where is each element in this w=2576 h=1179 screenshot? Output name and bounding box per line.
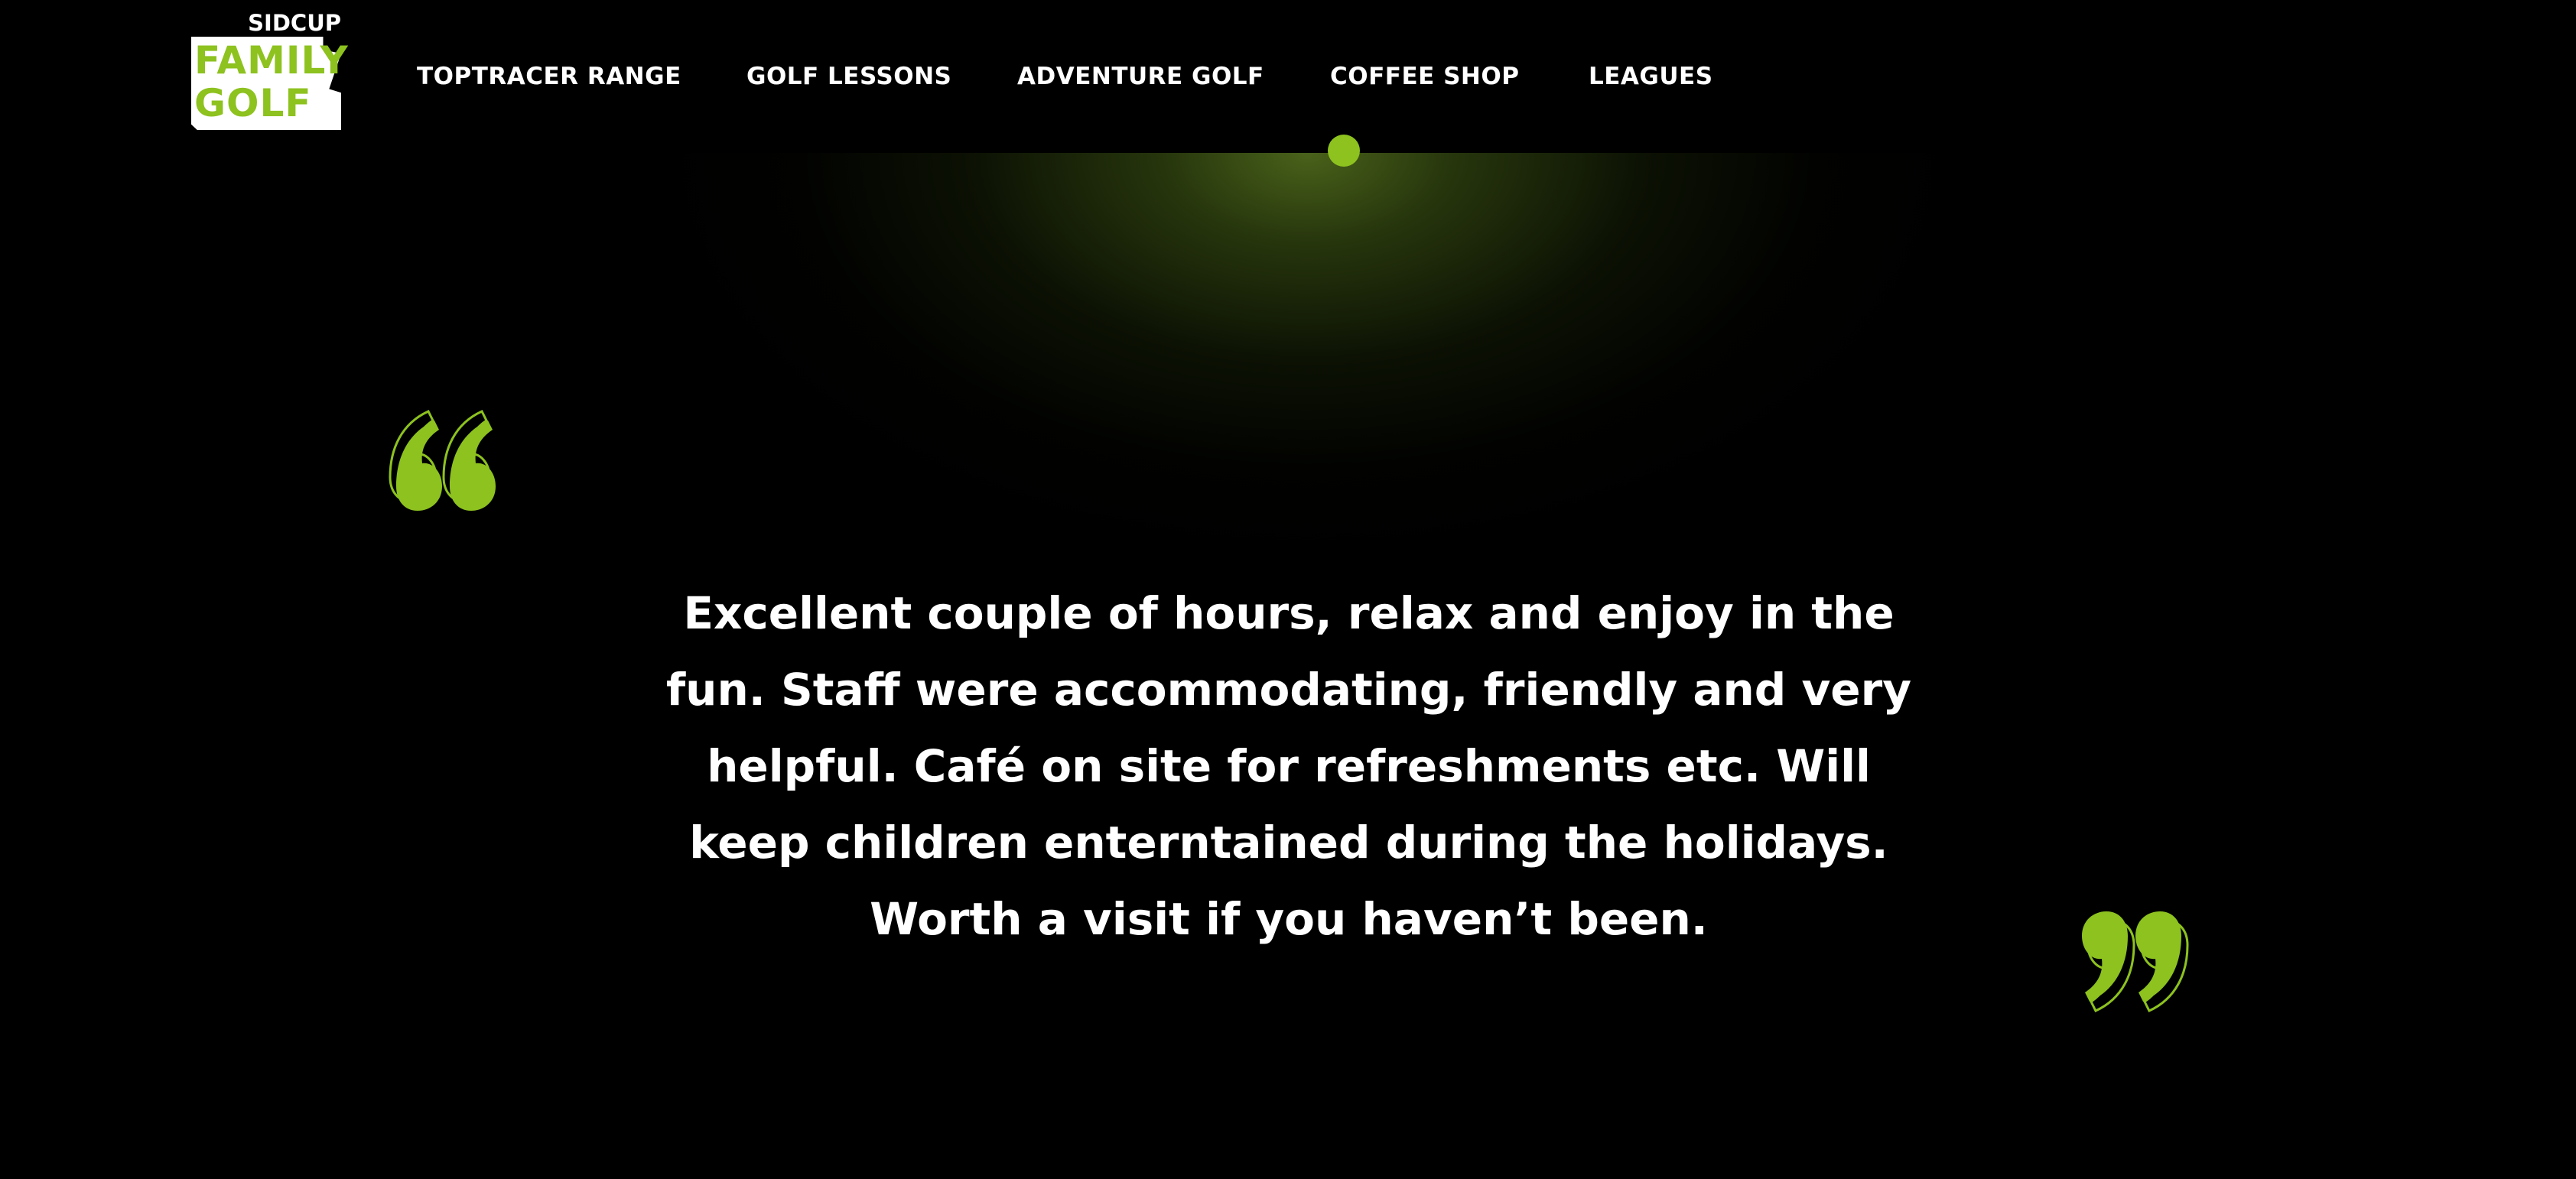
nav-item-coffee-shop[interactable]: COFFEE SHOP <box>1330 60 1519 93</box>
nav-item-leagues[interactable]: LEAGUES <box>1589 60 1713 93</box>
logo-sidcup-text: SIDCUP <box>248 10 341 36</box>
site-header: SIDCUP FAMILY GOLF TOPTRACER RANGE GOLF … <box>0 0 2576 167</box>
spotlight-glow <box>650 153 1966 596</box>
testimonial-line: Worth a visit if you haven’t been. <box>870 893 1708 945</box>
testimonial-line: Excellent couple of hours, relax and enj… <box>683 587 1895 639</box>
nav-item-toptracer-range[interactable]: TOPTRACER RANGE <box>417 60 681 93</box>
open-quote-icon <box>389 410 496 511</box>
testimonial-quote: Excellent couple of hours, relax and enj… <box>627 575 1950 957</box>
testimonial-line: fun. Staff were accommodating, friendly … <box>665 664 1912 716</box>
page: SIDCUP FAMILY GOLF TOPTRACER RANGE GOLF … <box>0 0 2576 1179</box>
logo-golf-text: GOLF <box>194 81 312 125</box>
close-quote-icon <box>2082 911 2189 1012</box>
site-logo[interactable]: SIDCUP FAMILY GOLF <box>190 10 348 133</box>
nav-item-golf-lessons[interactable]: GOLF LESSONS <box>746 60 951 93</box>
active-nav-indicator-dot <box>1328 135 1360 167</box>
logo-family-text: FAMILY <box>194 38 349 83</box>
testimonial-line: keep children enterntained during the ho… <box>689 817 1888 869</box>
nav-item-adventure-golf[interactable]: ADVENTURE GOLF <box>1017 60 1264 93</box>
testimonial-line: helpful. Café on site for refreshments e… <box>707 740 1871 792</box>
